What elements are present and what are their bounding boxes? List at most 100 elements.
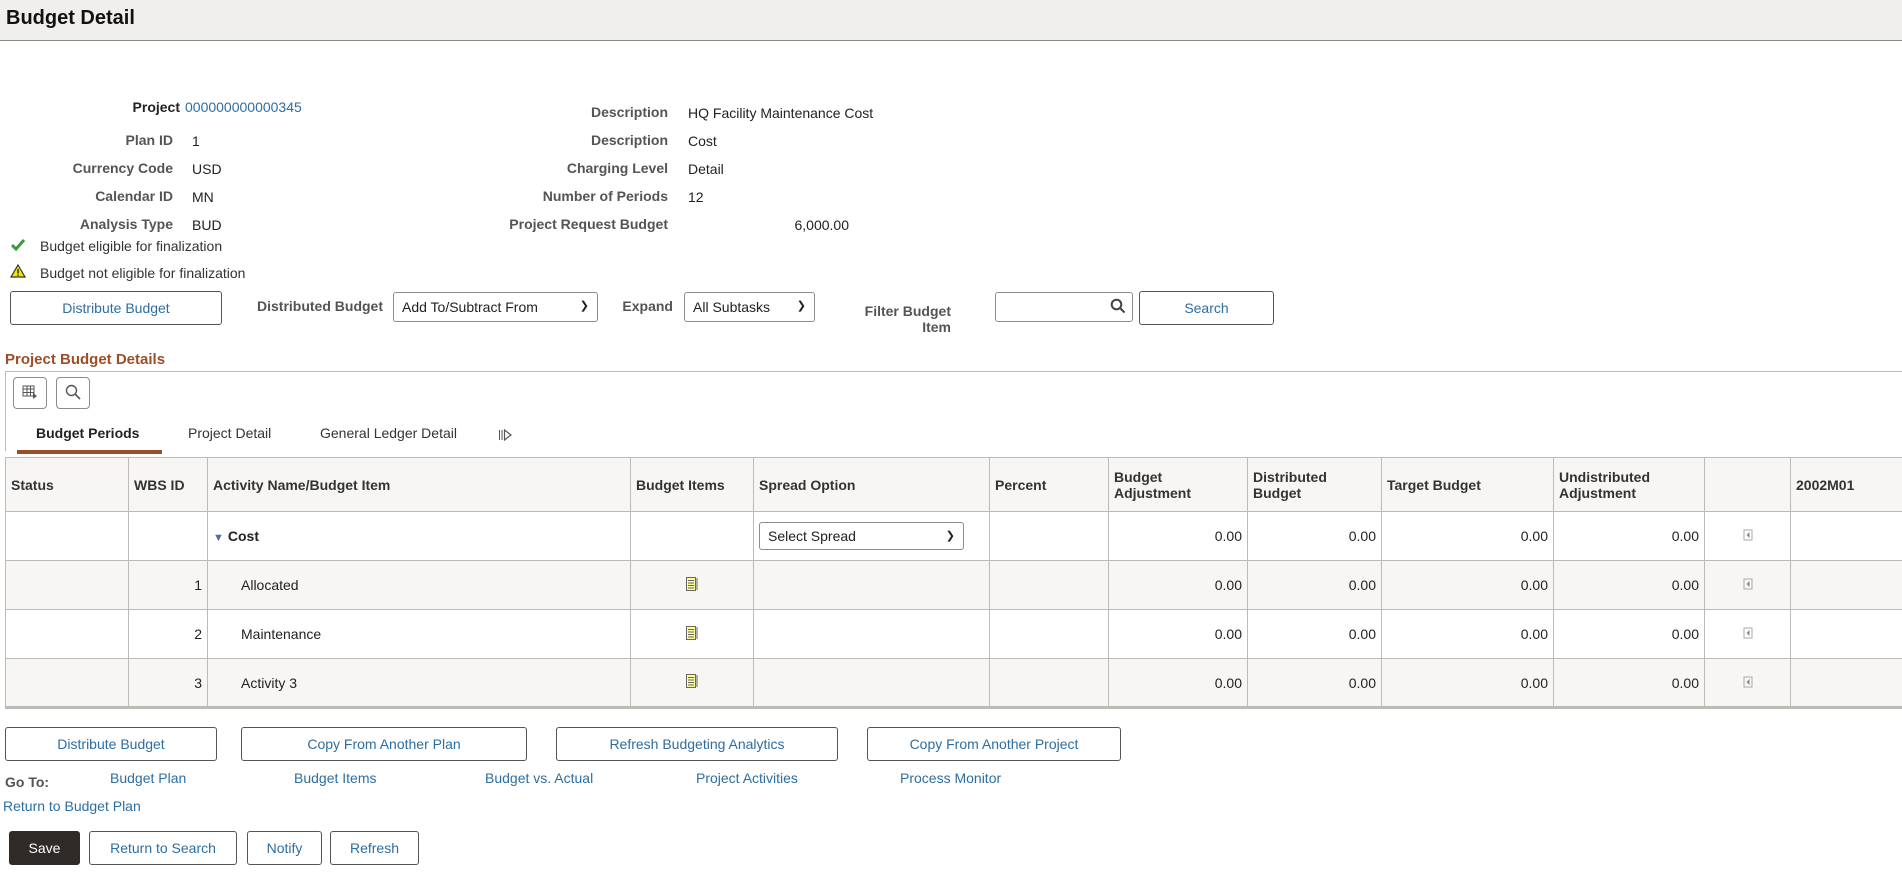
wbs-id-cell xyxy=(128,511,208,561)
wbs-id-cell: 3 xyxy=(128,658,208,709)
active-tab-indicator xyxy=(17,450,162,454)
budget-items-icon[interactable] xyxy=(686,576,698,594)
budget-items-cell xyxy=(630,511,754,561)
search-icon xyxy=(65,384,81,403)
warning-icon xyxy=(9,263,27,281)
col-budget-items: Budget Items xyxy=(630,457,754,512)
col-scroll xyxy=(1704,457,1791,512)
not-eligible-message-text: Budget not eligible for finalization xyxy=(40,265,246,281)
analysis-type-value: BUD xyxy=(192,217,222,233)
status-cell xyxy=(5,560,129,610)
distribute-budget-bottom-button[interactable]: Distribute Budget xyxy=(5,727,217,761)
return-to-search-button[interactable]: Return to Search xyxy=(89,831,237,865)
project-link[interactable]: 000000000000345 xyxy=(185,99,302,115)
chevron-down-icon: ❯ xyxy=(945,530,955,542)
chevron-down-icon: ❯ xyxy=(796,300,806,312)
show-all-columns-icon[interactable] xyxy=(498,428,514,444)
scroll-left-icon[interactable] xyxy=(1743,577,1753,593)
period-cell xyxy=(1790,609,1902,659)
distributed-budget-label: Distributed Budget xyxy=(257,298,383,314)
budget-adjustment-cell: 0.00 xyxy=(1108,511,1248,561)
refresh-budgeting-analytics-button[interactable]: Refresh Budgeting Analytics xyxy=(556,727,838,761)
scroll-left-cell xyxy=(1704,560,1791,610)
status-cell xyxy=(5,658,129,709)
wbs-id-cell: 2 xyxy=(128,609,208,659)
table-row: 2 Maintenance 0.00 0.00 0.00 0.00 xyxy=(5,609,1902,659)
goto-budget-items-link[interactable]: Budget Items xyxy=(294,770,377,786)
spread-option-cell xyxy=(753,658,990,709)
col-period-2002m01: 2002M01 xyxy=(1790,457,1902,512)
col-budget-adjustment: Budget Adjustment xyxy=(1108,457,1248,512)
copy-from-another-plan-button[interactable]: Copy From Another Plan xyxy=(241,727,527,761)
search-icon[interactable] xyxy=(1110,298,1126,317)
percent-cell xyxy=(989,658,1109,709)
checkmark-icon xyxy=(10,238,26,254)
percent-cell xyxy=(989,609,1109,659)
activity-name-cell: Allocated xyxy=(207,560,631,610)
description-value: HQ Facility Maintenance Cost xyxy=(688,105,874,121)
spread-option-cell xyxy=(753,609,990,659)
budget-adjustment-cell: 0.00 xyxy=(1108,560,1248,610)
scroll-left-icon[interactable] xyxy=(1743,626,1753,642)
distribute-budget-button[interactable]: Distribute Budget xyxy=(10,291,222,325)
spread-option-select[interactable]: Select Spread ❯ xyxy=(759,522,964,550)
distributed-budget-cell: 0.00 xyxy=(1247,658,1382,709)
scroll-left-icon[interactable] xyxy=(1743,675,1753,691)
budget-items-icon[interactable] xyxy=(686,625,698,643)
target-budget-cell: 0.00 xyxy=(1381,560,1554,610)
distributed-budget-cell: 0.00 xyxy=(1247,560,1382,610)
col-target-budget: Target Budget xyxy=(1381,457,1554,512)
charging-level-label: Charging Level xyxy=(566,160,668,176)
project-request-budget-value: 6,000.00 xyxy=(794,217,850,233)
activity-name-text: Cost xyxy=(227,528,260,544)
status-cell xyxy=(5,511,129,561)
find-in-grid-button[interactable] xyxy=(56,377,90,409)
col-percent: Percent xyxy=(989,457,1109,512)
period-cell xyxy=(1790,560,1902,610)
description-2-label: Description xyxy=(590,132,668,148)
goto-label: Go To: xyxy=(5,774,50,790)
percent-cell xyxy=(989,511,1109,561)
personalize-grid-button[interactable] xyxy=(13,377,47,409)
collapse-triangle-icon[interactable]: ▼ xyxy=(213,532,224,544)
chevron-down-icon: ❯ xyxy=(579,300,589,312)
notify-button[interactable]: Notify xyxy=(247,831,322,865)
copy-from-another-project-button[interactable]: Copy From Another Project xyxy=(867,727,1121,761)
budget-adjustment-cell: 0.00 xyxy=(1108,609,1248,659)
tab-project-detail[interactable]: Project Detail xyxy=(188,425,271,441)
distributed-budget-select-value: Add To/Subtract From xyxy=(402,299,538,315)
goto-project-activities-link[interactable]: Project Activities xyxy=(696,770,798,786)
number-of-periods-value: 12 xyxy=(688,189,704,205)
currency-code-label: Currency Code xyxy=(72,160,173,176)
grid-header-row: Status WBS ID Activity Name/Budget Item … xyxy=(5,457,1902,512)
currency-code-value: USD xyxy=(192,161,222,177)
expand-label: Expand xyxy=(622,298,673,314)
refresh-button[interactable]: Refresh xyxy=(330,831,419,865)
undistributed-adjustment-cell: 0.00 xyxy=(1553,560,1705,610)
scroll-left-cell xyxy=(1704,658,1791,709)
goto-budget-plan-link[interactable]: Budget Plan xyxy=(110,770,186,786)
budget-items-icon[interactable] xyxy=(686,674,698,691)
calendar-id-label: Calendar ID xyxy=(95,188,173,204)
grid-settings-icon xyxy=(22,385,38,402)
goto-budget-vs-actual-link[interactable]: Budget vs. Actual xyxy=(485,770,593,786)
scroll-left-icon[interactable] xyxy=(1743,528,1753,544)
tab-budget-periods[interactable]: Budget Periods xyxy=(36,425,139,441)
section-divider xyxy=(5,371,1902,372)
col-wbs-id: WBS ID xyxy=(128,457,208,512)
not-eligible-message: Budget not eligible for finalization xyxy=(9,263,246,281)
col-undistributed-adjustment: Undistributed Adjustment xyxy=(1553,457,1705,512)
goto-process-monitor-link[interactable]: Process Monitor xyxy=(900,770,1001,786)
number-of-periods-label: Number of Periods xyxy=(542,188,668,204)
spread-option-cell: Select Spread ❯ xyxy=(753,511,990,561)
tab-general-ledger-detail[interactable]: General Ledger Detail xyxy=(320,425,457,441)
filter-budget-item-input[interactable] xyxy=(995,292,1133,322)
spread-option-cell xyxy=(753,560,990,610)
save-button[interactable]: Save xyxy=(9,831,80,865)
distributed-budget-select[interactable]: Add To/Subtract From ❯ xyxy=(393,292,598,322)
expand-select[interactable]: All Subtasks ❯ xyxy=(684,292,815,322)
charging-level-value: Detail xyxy=(688,161,724,177)
target-budget-cell: 0.00 xyxy=(1381,511,1554,561)
return-to-budget-plan-link[interactable]: Return to Budget Plan xyxy=(3,798,141,814)
search-button[interactable]: Search xyxy=(1139,291,1274,325)
